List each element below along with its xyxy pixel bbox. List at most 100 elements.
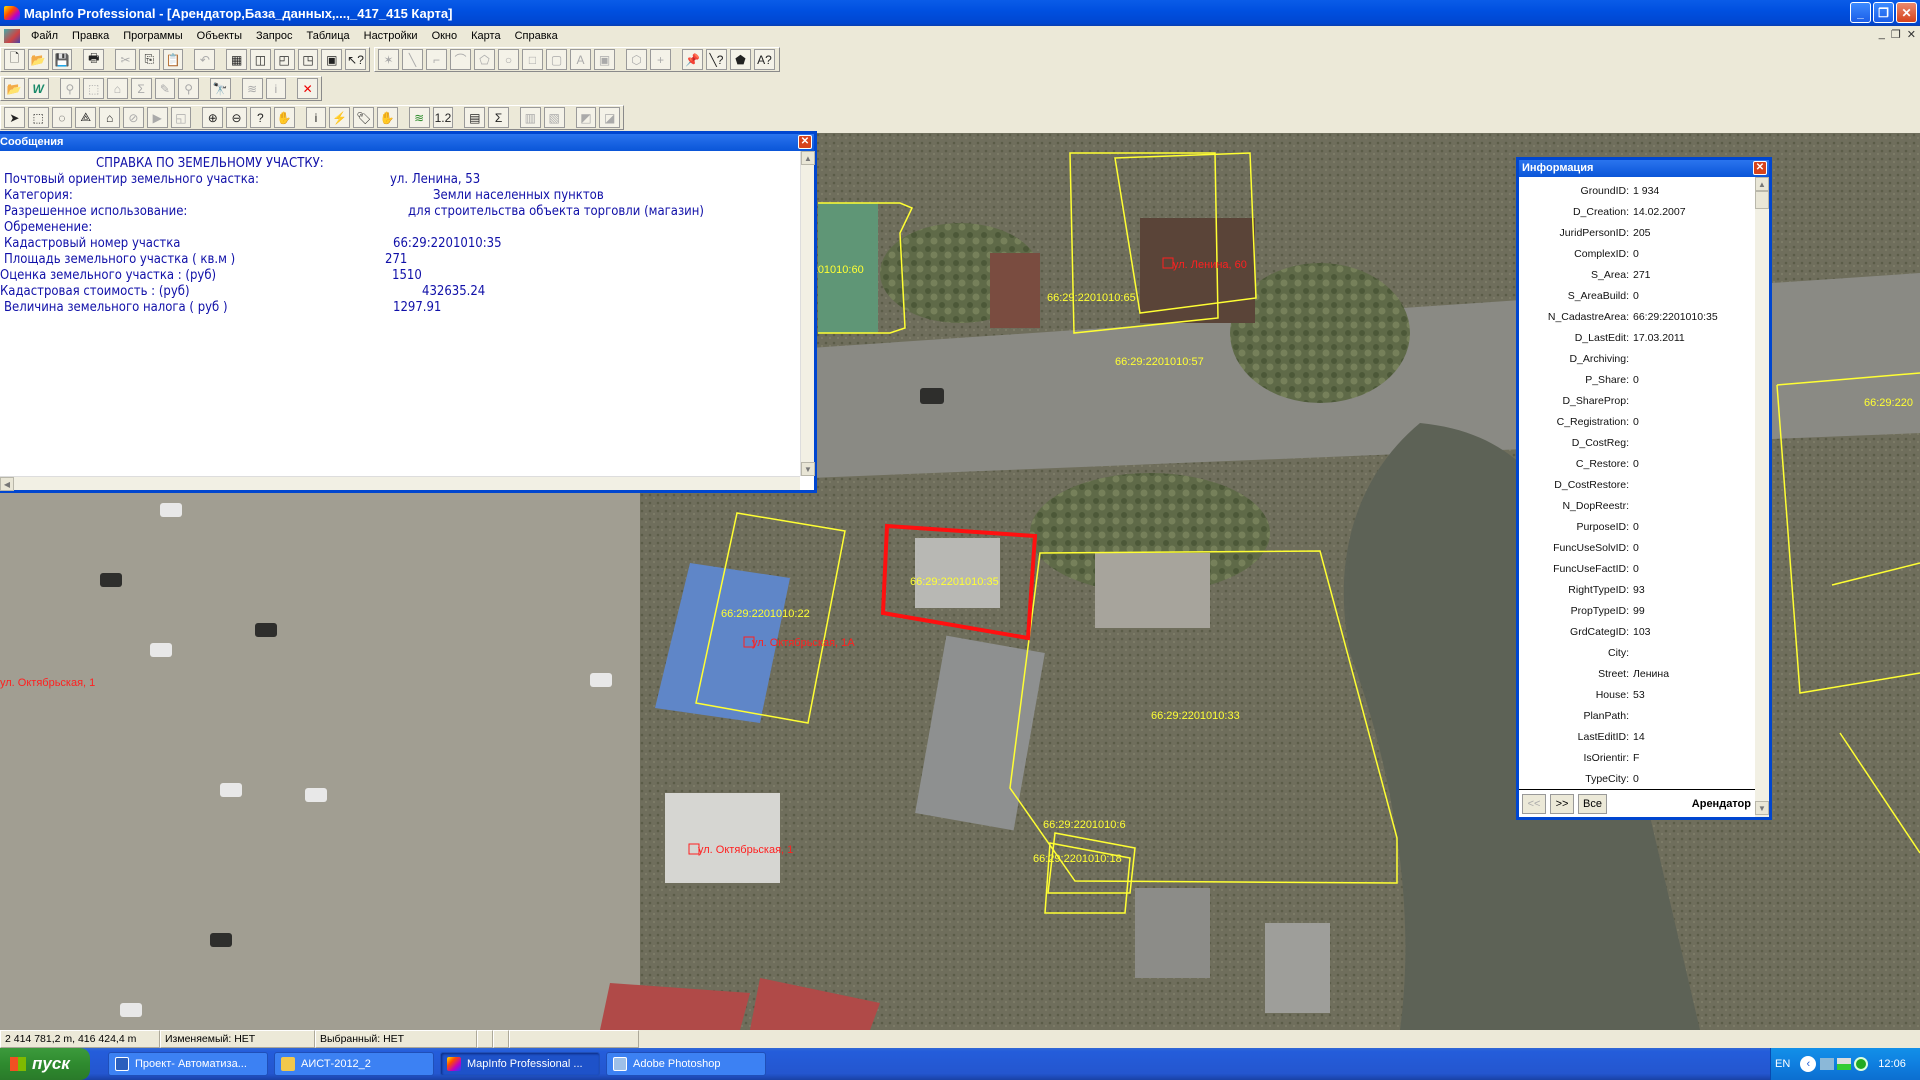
menu-options[interactable]: Настройки xyxy=(357,30,425,42)
layers-disabled-button[interactable]: ≋ xyxy=(241,78,263,99)
region-style-button[interactable]: ⬟ xyxy=(730,49,751,70)
open-workspace-button[interactable]: 📂 xyxy=(4,78,25,99)
line-tool-button[interactable]: ╲ xyxy=(402,49,423,70)
open-button[interactable]: 📂 xyxy=(27,49,49,70)
tool-disabled-5-button[interactable]: ⚲ xyxy=(178,78,199,99)
tool-disabled-2-button[interactable]: ⬚ xyxy=(83,78,104,99)
undo-button[interactable]: ↶ xyxy=(194,49,216,70)
invert-select-button[interactable]: ▶ xyxy=(146,107,168,128)
text-style-button[interactable]: A? xyxy=(754,49,775,70)
scroll-up-button[interactable]: ▲ xyxy=(1755,177,1769,191)
menu-map[interactable]: Карта xyxy=(464,30,507,42)
doc-close-button[interactable]: ✕ xyxy=(1907,28,1916,41)
rectangle-tool-button[interactable]: □ xyxy=(522,49,543,70)
graph-select-button[interactable]: ◱ xyxy=(170,107,192,128)
radius-select-button[interactable]: ◌ xyxy=(51,107,73,128)
restore-button[interactable]: ❐ xyxy=(1873,2,1894,23)
legend-button[interactable]: ▤ xyxy=(464,107,486,128)
ellipse-tool-button[interactable]: ○ xyxy=(498,49,519,70)
statistics-button[interactable]: Σ xyxy=(488,107,509,128)
menu-objects[interactable]: Объекты xyxy=(190,30,249,42)
tray-app-icon[interactable] xyxy=(1820,1058,1835,1070)
menu-file[interactable]: Файл xyxy=(24,30,65,42)
web-button[interactable]: W xyxy=(27,78,49,99)
add-node-tool-button[interactable]: + xyxy=(650,49,671,70)
zoom-in-button[interactable]: ⊕ xyxy=(202,107,224,128)
layout-window-button[interactable]: ◳ xyxy=(297,49,319,70)
layer-control-button[interactable]: ≋ xyxy=(408,107,430,128)
info-close-button[interactable]: ✕ xyxy=(1753,161,1767,175)
hotlink-button[interactable]: ⚡ xyxy=(329,107,351,128)
close-red-button[interactable]: ✕ xyxy=(297,78,318,99)
tool-disabled-1-button[interactable]: ⚲ xyxy=(59,78,81,99)
line-style-button[interactable]: ╲? xyxy=(706,49,727,70)
info-window[interactable]: Информация ✕ GroundID: 1 934 D_Creation: 14… xyxy=(1516,157,1772,820)
tool-disabled-3-button[interactable]: ⌂ xyxy=(107,78,128,99)
antivirus-icon[interactable] xyxy=(1854,1057,1869,1071)
cut-button[interactable]: ✂ xyxy=(115,49,136,70)
label-tool-button[interactable]: 🏷 xyxy=(353,107,374,128)
drag-map-button[interactable]: ✋ xyxy=(376,107,398,128)
copy-button[interactable]: ⎘ xyxy=(138,49,160,70)
save-button[interactable]: 💾 xyxy=(51,49,73,70)
boundary-select-button[interactable]: ⌂ xyxy=(99,107,120,128)
task-mapinfo[interactable]: MapInfo Professional ... xyxy=(440,1052,600,1076)
tool-disabled-7-button[interactable]: ▧ xyxy=(543,107,565,128)
next-record-button[interactable]: >> xyxy=(1550,793,1574,814)
messages-horizontal-scrollbar[interactable]: ◀ xyxy=(0,476,800,491)
symbol-tool-button[interactable]: ✶ xyxy=(378,49,399,70)
reshape-tool-button[interactable]: ⬡ xyxy=(626,49,647,70)
change-view-button[interactable]: ? xyxy=(249,107,271,128)
scroll-left-button[interactable]: ◀ xyxy=(0,477,14,491)
table-selector[interactable]: Арендатор xyxy=(1692,798,1751,810)
tool-disabled-4-button[interactable]: ✎ xyxy=(154,78,176,99)
messages-vertical-scrollbar[interactable]: ▲ ▼ xyxy=(800,151,815,476)
scroll-down-button[interactable]: ▼ xyxy=(801,462,815,476)
menu-table[interactable]: Таблица xyxy=(299,30,356,42)
task-folder[interactable]: АИСТ-2012_2 xyxy=(274,1052,434,1076)
map-window-button[interactable]: ◫ xyxy=(250,49,271,70)
polyline-tool-button[interactable]: ⌐ xyxy=(426,49,447,70)
language-indicator[interactable]: EN xyxy=(1775,1058,1790,1070)
clock[interactable]: 12:06 xyxy=(1878,1058,1906,1070)
scroll-up-button[interactable]: ▲ xyxy=(801,151,815,165)
help-pointer-button[interactable]: ↖? xyxy=(345,49,366,70)
new-button[interactable]: 🗋 xyxy=(4,49,25,70)
symbol-style-button[interactable]: 📌 xyxy=(682,49,703,70)
tool-disabled-9-button[interactable]: ◪ xyxy=(599,107,621,128)
menu-edit[interactable]: Правка xyxy=(65,30,116,42)
scroll-thumb[interactable] xyxy=(1755,191,1769,209)
all-records-button[interactable]: Все xyxy=(1578,793,1607,814)
close-button[interactable]: ✕ xyxy=(1896,2,1917,23)
tool-disabled-8-button[interactable]: ◩ xyxy=(575,107,597,128)
arc-tool-button[interactable]: ⌒ xyxy=(450,49,471,70)
rounded-rect-tool-button[interactable]: ▢ xyxy=(546,49,567,70)
unselect-button[interactable]: ⊘ xyxy=(122,107,144,128)
doc-minimize-button[interactable]: _ xyxy=(1879,28,1885,41)
prev-record-button[interactable]: << xyxy=(1522,793,1546,814)
messages-window[interactable]: Сообщения ✕ СПРАВКА ПО ЗЕМЕЛЬНОМУ УЧАСТК… xyxy=(0,131,817,493)
network-icon[interactable] xyxy=(1837,1058,1852,1070)
info-title-bar[interactable]: Информация ✕ xyxy=(1519,160,1769,177)
tool-disabled-6-button[interactable]: ▥ xyxy=(519,107,541,128)
graph-window-button[interactable]: ◰ xyxy=(273,49,295,70)
menu-window[interactable]: Окно xyxy=(425,30,465,42)
minimize-button[interactable]: _ xyxy=(1850,2,1871,23)
menu-query[interactable]: Запрос xyxy=(249,30,299,42)
task-photoshop[interactable]: Adobe Photoshop xyxy=(606,1052,766,1076)
info-vertical-scrollbar[interactable]: ▲ ▼ xyxy=(1755,177,1769,817)
messages-title-bar[interactable]: Сообщения ✕ xyxy=(0,134,814,151)
doc-restore-button[interactable]: ❐ xyxy=(1891,28,1901,41)
document-icon[interactable] xyxy=(4,28,20,43)
frame-tool-button[interactable]: ▣ xyxy=(594,49,615,70)
polygon-tool-button[interactable]: ⬠ xyxy=(474,49,495,70)
find-button[interactable]: 🔭 xyxy=(210,78,231,99)
ruler-button[interactable]: 1.2 xyxy=(432,107,454,128)
start-button[interactable]: пуск xyxy=(0,1048,90,1080)
menu-tools[interactable]: Программы xyxy=(116,30,189,42)
marquee-select-button[interactable]: ⬚ xyxy=(27,107,49,128)
menu-help[interactable]: Справка xyxy=(508,30,565,42)
redistrict-button[interactable]: ▣ xyxy=(321,49,343,70)
selectable-layer-status[interactable]: Выбранный: НЕТ xyxy=(315,1030,477,1048)
show-hidden-icons-button[interactable]: ‹ xyxy=(1800,1056,1817,1072)
